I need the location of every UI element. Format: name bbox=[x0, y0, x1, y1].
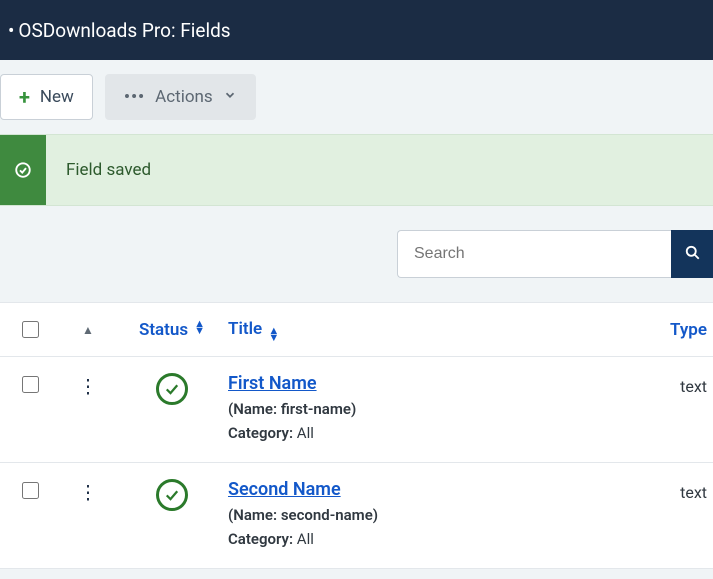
search-row bbox=[0, 206, 713, 302]
alert-message: Field saved bbox=[46, 135, 151, 205]
actions-button[interactable]: ••• Actions bbox=[105, 74, 256, 120]
table-row: ⋮ First Name (Name: first-name) Category… bbox=[0, 357, 713, 463]
field-title-link[interactable]: First Name bbox=[228, 373, 317, 394]
ordering-column[interactable]: ▲ bbox=[82, 323, 94, 337]
status-published-icon[interactable] bbox=[156, 479, 188, 511]
field-type: text bbox=[655, 373, 713, 396]
select-all-checkbox[interactable] bbox=[22, 321, 39, 338]
table-row: ⋮ Second Name (Name: second-name) Catego… bbox=[0, 463, 713, 569]
row-checkbox[interactable] bbox=[22, 482, 39, 499]
status-published-icon[interactable] bbox=[156, 373, 188, 405]
sort-icon: ▲▼ bbox=[268, 327, 279, 341]
row-checkbox[interactable] bbox=[22, 376, 39, 393]
page-title: OSDownloads Pro: Fields bbox=[18, 19, 230, 42]
type-column-header[interactable]: Type bbox=[655, 320, 713, 340]
search-icon bbox=[683, 243, 701, 265]
field-category: Category: All bbox=[228, 424, 647, 442]
plus-icon: + bbox=[19, 87, 30, 107]
fields-table: ▲ Status ▲▼ Title ▲▼ Type ⋮ bbox=[0, 302, 713, 569]
new-button[interactable]: + New bbox=[0, 74, 93, 120]
page-header: • OSDownloads Pro: Fields bbox=[0, 0, 713, 60]
field-title-link[interactable]: Second Name bbox=[228, 479, 341, 500]
search-button[interactable] bbox=[671, 230, 713, 278]
field-meta: (Name: second-name) bbox=[228, 506, 647, 524]
row-actions-menu[interactable]: ⋮ bbox=[79, 483, 98, 502]
success-alert: Field saved bbox=[0, 134, 713, 206]
chevron-down-icon bbox=[223, 88, 237, 106]
new-button-label: New bbox=[40, 87, 74, 107]
sort-icon: ▲▼ bbox=[194, 320, 205, 340]
field-type: text bbox=[655, 479, 713, 502]
success-icon bbox=[0, 135, 46, 205]
field-meta: (Name: first-name) bbox=[228, 400, 647, 418]
status-column-header[interactable]: Status ▲▼ bbox=[116, 320, 228, 340]
row-actions-menu[interactable]: ⋮ bbox=[79, 377, 98, 396]
toolbar: + New ••• Actions bbox=[0, 60, 713, 134]
title-column-header[interactable]: Title ▲▼ bbox=[228, 319, 655, 341]
ellipsis-icon: ••• bbox=[124, 87, 145, 107]
actions-button-label: Actions bbox=[155, 87, 213, 107]
field-category: Category: All bbox=[228, 530, 647, 548]
table-header: ▲ Status ▲▼ Title ▲▼ Type bbox=[0, 303, 713, 357]
search-input[interactable] bbox=[397, 230, 671, 278]
